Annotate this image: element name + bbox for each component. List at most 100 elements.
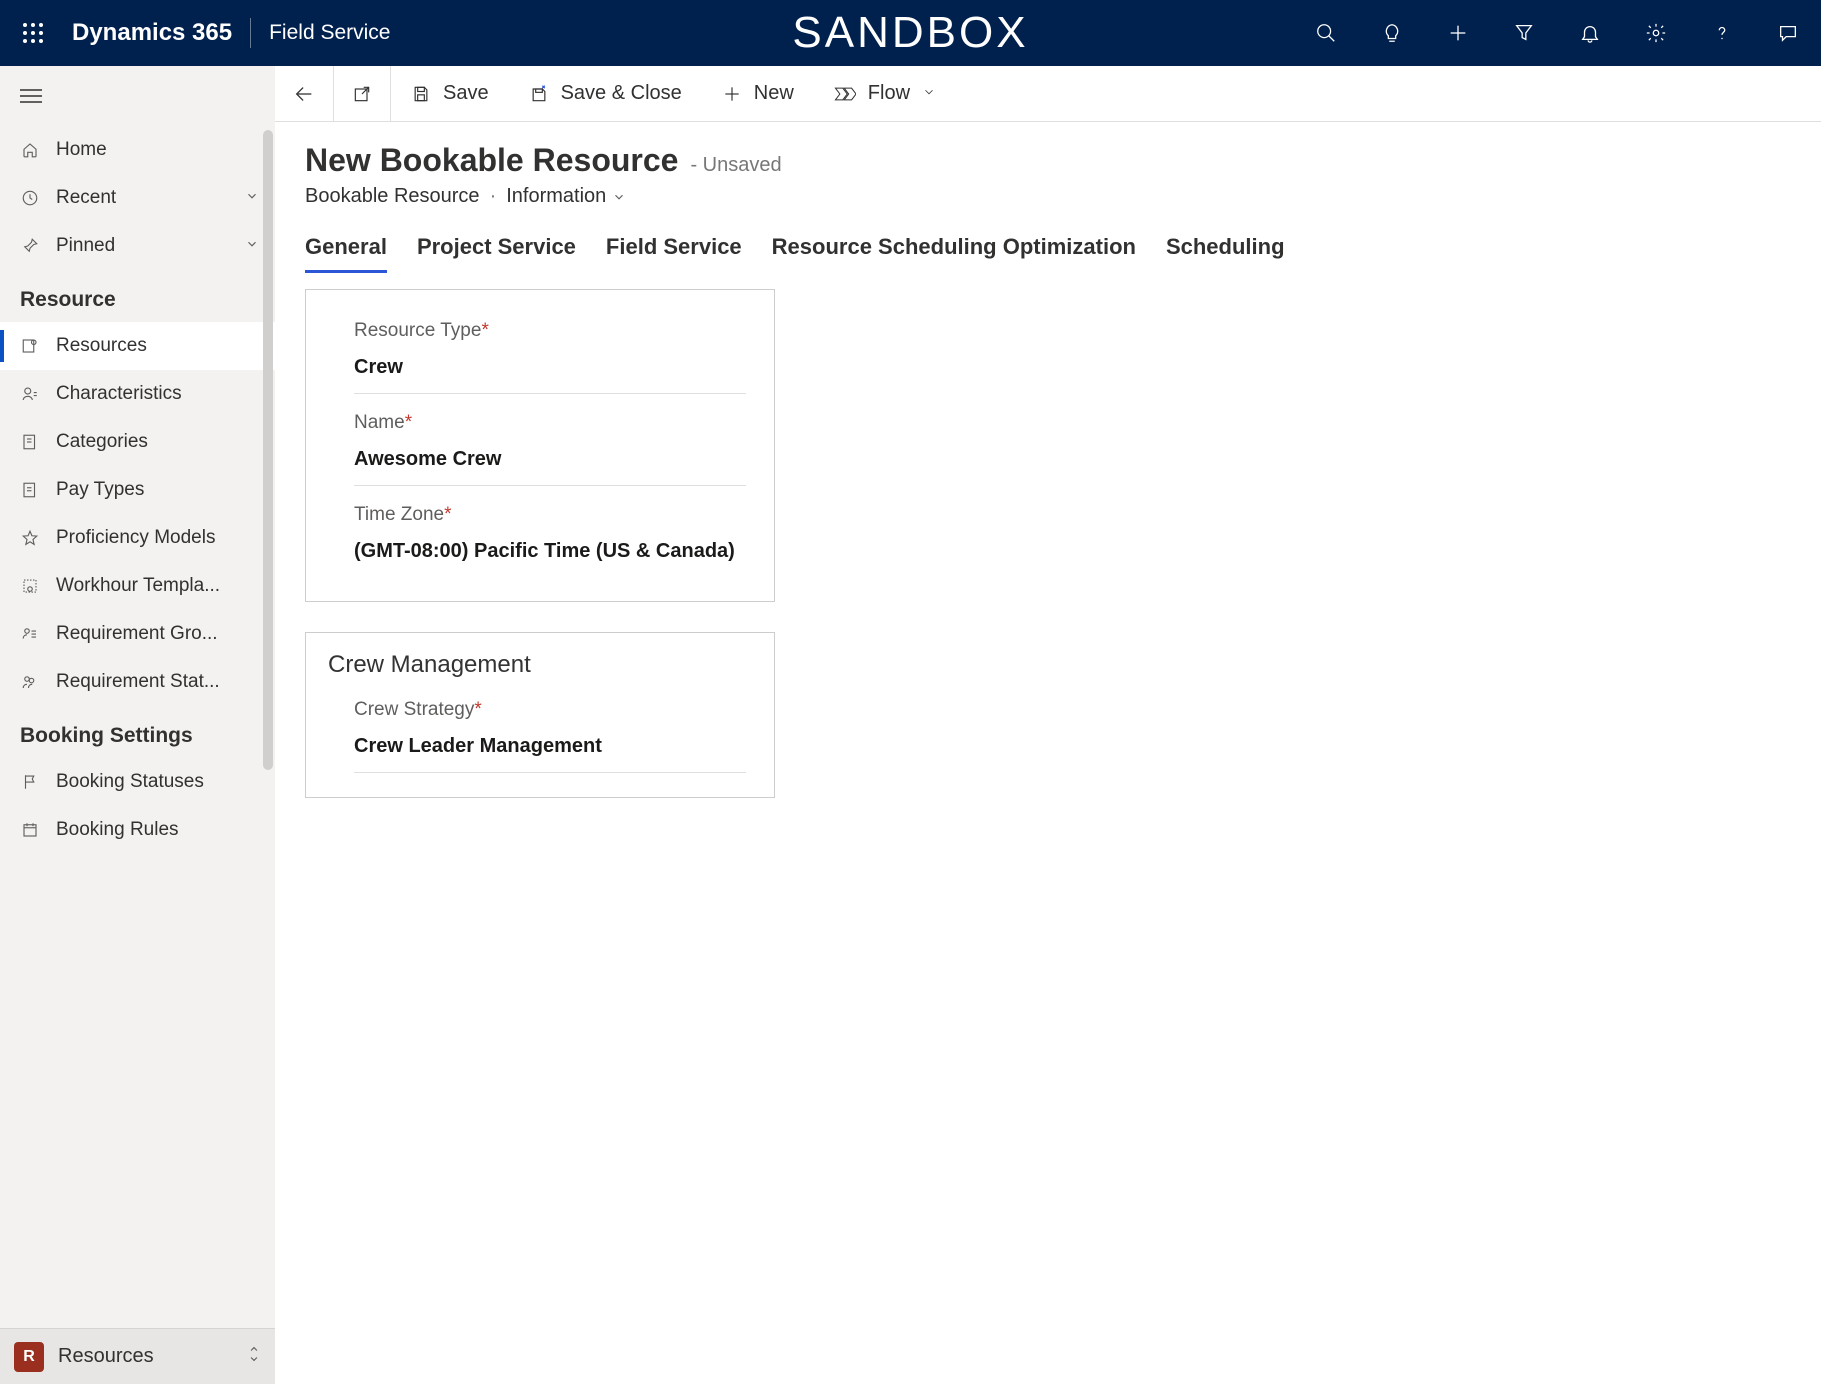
assistant-button[interactable] (1755, 0, 1821, 66)
question-icon (1711, 22, 1733, 44)
sidebar-section-booking: Booking Settings (0, 706, 275, 758)
field-name[interactable]: Name* Awesome Crew (306, 406, 774, 486)
sidebar-item-label: Home (56, 139, 107, 161)
field-value: Crew Leader Management (354, 729, 746, 773)
tab-project-service[interactable]: Project Service (417, 224, 576, 273)
star-icon (20, 528, 40, 548)
arrow-left-icon (293, 83, 315, 105)
ideas-button[interactable] (1359, 0, 1425, 66)
sidebar-item-booking-statuses[interactable]: Booking Statuses (0, 758, 275, 806)
field-crew-strategy[interactable]: Crew Strategy* Crew Leader Management (306, 693, 774, 773)
template-icon (20, 576, 40, 596)
new-label: New (754, 82, 794, 105)
tab-general[interactable]: General (305, 224, 387, 273)
sidebar-item-label: Resources (56, 335, 147, 357)
person-icon (20, 384, 40, 404)
save-close-button[interactable]: Save & Close (509, 66, 702, 121)
open-new-window-button[interactable] (334, 66, 391, 121)
pin-icon (20, 236, 40, 256)
bell-icon (1579, 22, 1601, 44)
sidebar-item-label: Booking Statuses (56, 771, 204, 793)
app-name[interactable]: Field Service (269, 21, 390, 45)
flow-icon (834, 84, 856, 104)
sidebar-item-requirement-groups[interactable]: Requirement Gro... (0, 610, 275, 658)
paytype-icon (20, 480, 40, 500)
save-close-icon (529, 84, 549, 104)
chat-icon (1777, 22, 1799, 44)
sidebar-item-proficiency-models[interactable]: Proficiency Models (0, 514, 275, 562)
save-button[interactable]: Save (391, 66, 509, 121)
sidebar-item-pinned[interactable]: Pinned (0, 222, 275, 270)
form-tabs: General Project Service Field Service Re… (275, 218, 1821, 273)
calendar-icon (20, 820, 40, 840)
command-bar: Save Save & Close New Flow (275, 66, 1821, 122)
flow-button[interactable]: Flow (814, 66, 956, 121)
entity-name: Bookable Resource (305, 185, 480, 208)
environment-label: SANDBOX (792, 8, 1028, 58)
gear-icon (1645, 22, 1667, 44)
global-nav-bar: Dynamics 365 Field Service SANDBOX (0, 0, 1821, 66)
sidebar-item-pay-types[interactable]: Pay Types (0, 466, 275, 514)
chevron-down-icon (922, 82, 936, 105)
plus-icon (1447, 22, 1469, 44)
sidebar-item-label: Pay Types (56, 479, 144, 501)
area-switcher[interactable]: R Resources (0, 1328, 275, 1384)
waffle-icon (22, 22, 44, 44)
sidebar-item-resources[interactable]: Resources (0, 322, 275, 370)
sidebar-item-label: Categories (56, 431, 148, 453)
plus-icon (722, 84, 742, 104)
filter-button[interactable] (1491, 0, 1557, 66)
sidebar-item-requirement-statuses[interactable]: Requirement Stat... (0, 658, 275, 706)
form-header: New Bookable Resource - Unsaved Bookable… (275, 122, 1821, 218)
sidebar-item-label: Pinned (56, 235, 115, 257)
sidebar-item-label: Requirement Stat... (56, 671, 220, 693)
clock-icon (20, 188, 40, 208)
lightbulb-icon (1381, 22, 1403, 44)
sidebar-item-home[interactable]: Home (0, 126, 275, 174)
notifications-button[interactable] (1557, 0, 1623, 66)
field-resource-type[interactable]: Resource Type* Crew (306, 314, 774, 394)
sidebar-scrollbar[interactable] (263, 130, 273, 770)
add-button[interactable] (1425, 0, 1491, 66)
field-label: Name* (354, 412, 746, 434)
form-selector[interactable]: Information (506, 185, 626, 208)
tab-field-service[interactable]: Field Service (606, 224, 742, 273)
field-label: Resource Type* (354, 320, 746, 342)
sidebar-item-characteristics[interactable]: Characteristics (0, 370, 275, 418)
crew-management-section: Crew Management Crew Strategy* Crew Lead… (305, 632, 775, 798)
flag-icon (20, 772, 40, 792)
product-brand[interactable]: Dynamics 365 (72, 19, 232, 47)
field-label: Crew Strategy* (354, 699, 746, 721)
flow-label: Flow (868, 82, 910, 105)
save-close-label: Save & Close (561, 82, 682, 105)
sidebar-item-label: Proficiency Models (56, 527, 215, 549)
form-name: Information (506, 185, 606, 208)
general-section: Resource Type* Crew Name* Awesome Crew T… (305, 289, 775, 602)
field-label: Time Zone* (354, 504, 746, 526)
sidebar-item-recent[interactable]: Recent (0, 174, 275, 222)
sidebar-item-booking-rules[interactable]: Booking Rules (0, 806, 275, 854)
help-button[interactable] (1689, 0, 1755, 66)
sidebar-item-label: Recent (56, 187, 116, 209)
field-timezone[interactable]: Time Zone* (GMT-08:00) Pacific Time (US … (306, 498, 774, 577)
settings-button[interactable] (1623, 0, 1689, 66)
chevron-down-icon (245, 187, 259, 209)
back-button[interactable] (275, 66, 334, 121)
new-button[interactable]: New (702, 66, 814, 121)
save-icon (411, 84, 431, 104)
app-launcher-button[interactable] (0, 0, 66, 66)
sidebar-item-label: Characteristics (56, 383, 182, 405)
tab-scheduling[interactable]: Scheduling (1166, 224, 1285, 273)
vertical-divider (250, 18, 251, 48)
search-button[interactable] (1293, 0, 1359, 66)
page-title: New Bookable Resource (305, 142, 678, 179)
field-value: Crew (354, 350, 746, 394)
form-body: Resource Type* Crew Name* Awesome Crew T… (275, 273, 1821, 844)
sidebar-toggle[interactable] (0, 66, 275, 126)
tab-rso[interactable]: Resource Scheduling Optimization (772, 224, 1136, 273)
sidebar-item-workhour-templates[interactable]: Workhour Templa... (0, 562, 275, 610)
sidebar-item-categories[interactable]: Categories (0, 418, 275, 466)
sidebar-section-resource: Resource (0, 270, 275, 322)
document-icon (20, 432, 40, 452)
funnel-icon (1513, 22, 1535, 44)
